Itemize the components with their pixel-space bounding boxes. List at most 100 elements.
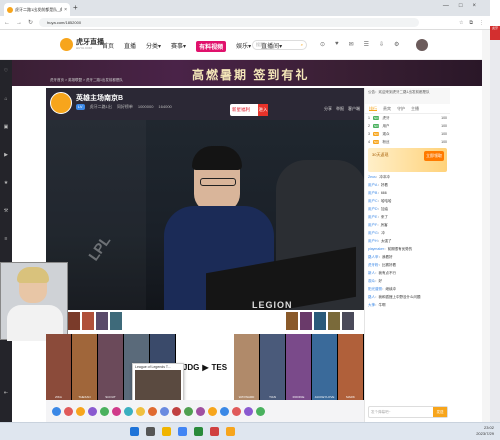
chat-user[interactable]: 用户E xyxy=(368,215,377,219)
gift-icon[interactable] xyxy=(136,406,145,416)
tab-close-icon[interactable]: × xyxy=(64,7,67,13)
room-category[interactable]: 虎牙二路1出 xyxy=(90,104,112,110)
gift-icon[interactable] xyxy=(160,406,169,416)
extensions-icon[interactable]: ⧉ xyxy=(469,20,473,26)
history-icon[interactable]: ⊙ xyxy=(320,41,325,48)
maximize-button[interactable]: □ xyxy=(459,3,463,9)
app-icon[interactable] xyxy=(194,427,203,436)
gift-icon[interactable] xyxy=(52,406,61,416)
nav-home[interactable]: 首页 xyxy=(102,41,114,52)
download-icon[interactable]: ⇩ xyxy=(379,41,384,48)
chat-user[interactable]: 虎牙粉 xyxy=(368,263,379,267)
gift-icon[interactable] xyxy=(256,406,265,416)
gift-icon[interactable] xyxy=(184,406,193,416)
search-taskbar-icon[interactable] xyxy=(146,427,155,436)
task-icon[interactable]: ☰ xyxy=(364,41,369,48)
chat-user[interactable]: 路人 xyxy=(368,295,375,299)
tab-anchor[interactable]: 主播 xyxy=(411,106,419,111)
nav-entertainment[interactable]: 娱乐▾ xyxy=(236,41,251,52)
menu-icon[interactable]: ⋮ xyxy=(479,20,484,26)
tab-vip[interactable]: 贵宾 xyxy=(383,106,391,111)
gift-icon[interactable] xyxy=(220,406,229,416)
explorer-icon[interactable] xyxy=(162,427,171,436)
gift-icon[interactable] xyxy=(196,406,205,416)
gift-icon[interactable] xyxy=(172,406,181,416)
welfare-button[interactable]: 新星福利 进入 xyxy=(230,104,268,116)
gift-icon[interactable] xyxy=(76,406,85,416)
gift-icon[interactable] xyxy=(232,406,241,416)
chat-user[interactable]: 用户G xyxy=(368,231,378,235)
chat-user[interactable]: 路人甲 xyxy=(368,255,379,259)
chat-user[interactable]: 用户D xyxy=(368,207,378,211)
fan-row[interactable]: 1 NO 虎牙 100 xyxy=(365,114,450,122)
room-rank[interactable]: 同好榜单 xyxy=(117,104,133,110)
sidebar-home-icon[interactable]: ⌂ xyxy=(0,96,12,102)
close-window-button[interactable]: × xyxy=(472,3,476,9)
back-icon[interactable]: ← xyxy=(4,20,10,26)
fan-row[interactable]: 4 NO 粉丝 100 xyxy=(365,138,450,146)
chat-user[interactable]: playmaker xyxy=(368,247,384,251)
send-button[interactable]: 发送 xyxy=(433,407,447,417)
chat-input[interactable]: 发个弹幕吧~ 发送 xyxy=(368,406,448,418)
user-avatar[interactable] xyxy=(416,39,428,51)
promo-button[interactable]: 立即领取 xyxy=(424,151,444,161)
promo-card[interactable]: 30天返现 立即领取 xyxy=(368,148,447,172)
sidebar-list-icon[interactable]: ≡ xyxy=(0,236,12,242)
share-button[interactable]: 分享 xyxy=(324,106,332,112)
chat-user[interactable]: 阳光普照 xyxy=(368,287,382,291)
sidebar-video-icon[interactable]: ▶ xyxy=(0,152,12,158)
star-icon[interactable]: ☆ xyxy=(459,20,463,26)
url-field[interactable]: huya.com/1852000 xyxy=(39,18,420,27)
gift-icon[interactable] xyxy=(208,406,217,416)
video-player[interactable]: LPL LEGION xyxy=(46,120,364,310)
settings-icon[interactable]: ⚙ xyxy=(394,41,399,48)
sidebar-game-icon[interactable]: ▣ xyxy=(0,124,12,130)
chat-user[interactable]: 新人 xyxy=(368,271,375,275)
huya-app-icon[interactable] xyxy=(226,427,235,436)
nav-events[interactable]: 赛事▾ xyxy=(171,41,186,52)
nav-category[interactable]: 分类▾ xyxy=(146,41,161,52)
chat-user[interactable]: 用户F xyxy=(368,223,377,227)
chrome-icon[interactable] xyxy=(178,427,187,436)
sidebar-tool-icon[interactable]: ⚒ xyxy=(0,208,12,214)
huya-logo[interactable]: 虎牙直播 HUYA.COM xyxy=(60,38,104,51)
reload-icon[interactable]: ↻ xyxy=(28,19,33,26)
forward-icon[interactable]: → xyxy=(16,20,22,26)
client-button[interactable]: 客户端 xyxy=(348,106,360,112)
streamer-avatar[interactable] xyxy=(50,92,72,114)
chat-user[interactable]: 用户C xyxy=(368,199,378,203)
side-chip[interactable]: 虎牙 xyxy=(490,26,500,40)
gift-icon[interactable] xyxy=(64,406,73,416)
app-icon[interactable] xyxy=(210,427,219,436)
start-icon[interactable] xyxy=(130,427,139,436)
gift-icon[interactable] xyxy=(88,406,97,416)
nav-live[interactable]: 直播 xyxy=(124,41,136,52)
chat-user[interactable]: 用户H xyxy=(368,239,378,243)
chat-user[interactable]: 大神 xyxy=(368,303,375,307)
nav-videos[interactable]: 有料视频 xyxy=(196,41,227,52)
gift-icon[interactable] xyxy=(112,406,121,416)
chat-user[interactable]: 用户A xyxy=(368,183,377,187)
sidebar-star-icon[interactable]: ★ xyxy=(0,180,12,186)
tab-guard[interactable]: 守护 xyxy=(397,106,405,111)
search-input[interactable]: 搜索 ⌕ xyxy=(252,40,307,50)
search-icon[interactable]: ⌕ xyxy=(301,41,303,49)
chat-user[interactable]: 观众 xyxy=(368,279,375,283)
new-tab-button[interactable]: + xyxy=(73,3,78,12)
gift-icon[interactable] xyxy=(244,406,253,416)
report-button[interactable]: 举报 xyxy=(336,106,344,112)
subscribe-icon[interactable]: ♥ xyxy=(335,41,339,48)
gift-icon[interactable] xyxy=(148,406,157,416)
sidebar-heart-icon[interactable]: ♡ xyxy=(0,68,12,74)
fan-row[interactable]: 2 NO 用户 100 xyxy=(365,122,450,130)
tab-rank[interactable]: 排行 xyxy=(369,106,377,111)
gift-icon[interactable] xyxy=(124,406,133,416)
chat-user[interactable]: Zeus xyxy=(368,175,376,179)
browser-tab[interactable]: 虎牙二路1出发前都是队_虎牙 × xyxy=(4,3,70,16)
chat-user[interactable]: 用户B xyxy=(368,191,377,195)
sidebar-collapse-icon[interactable]: ⇤ xyxy=(0,390,12,396)
fan-row[interactable]: 3 NO 观众 100 xyxy=(365,130,450,138)
minimize-button[interactable]: — xyxy=(443,3,449,9)
message-icon[interactable]: ✉ xyxy=(349,41,354,48)
gift-icon[interactable] xyxy=(100,406,109,416)
